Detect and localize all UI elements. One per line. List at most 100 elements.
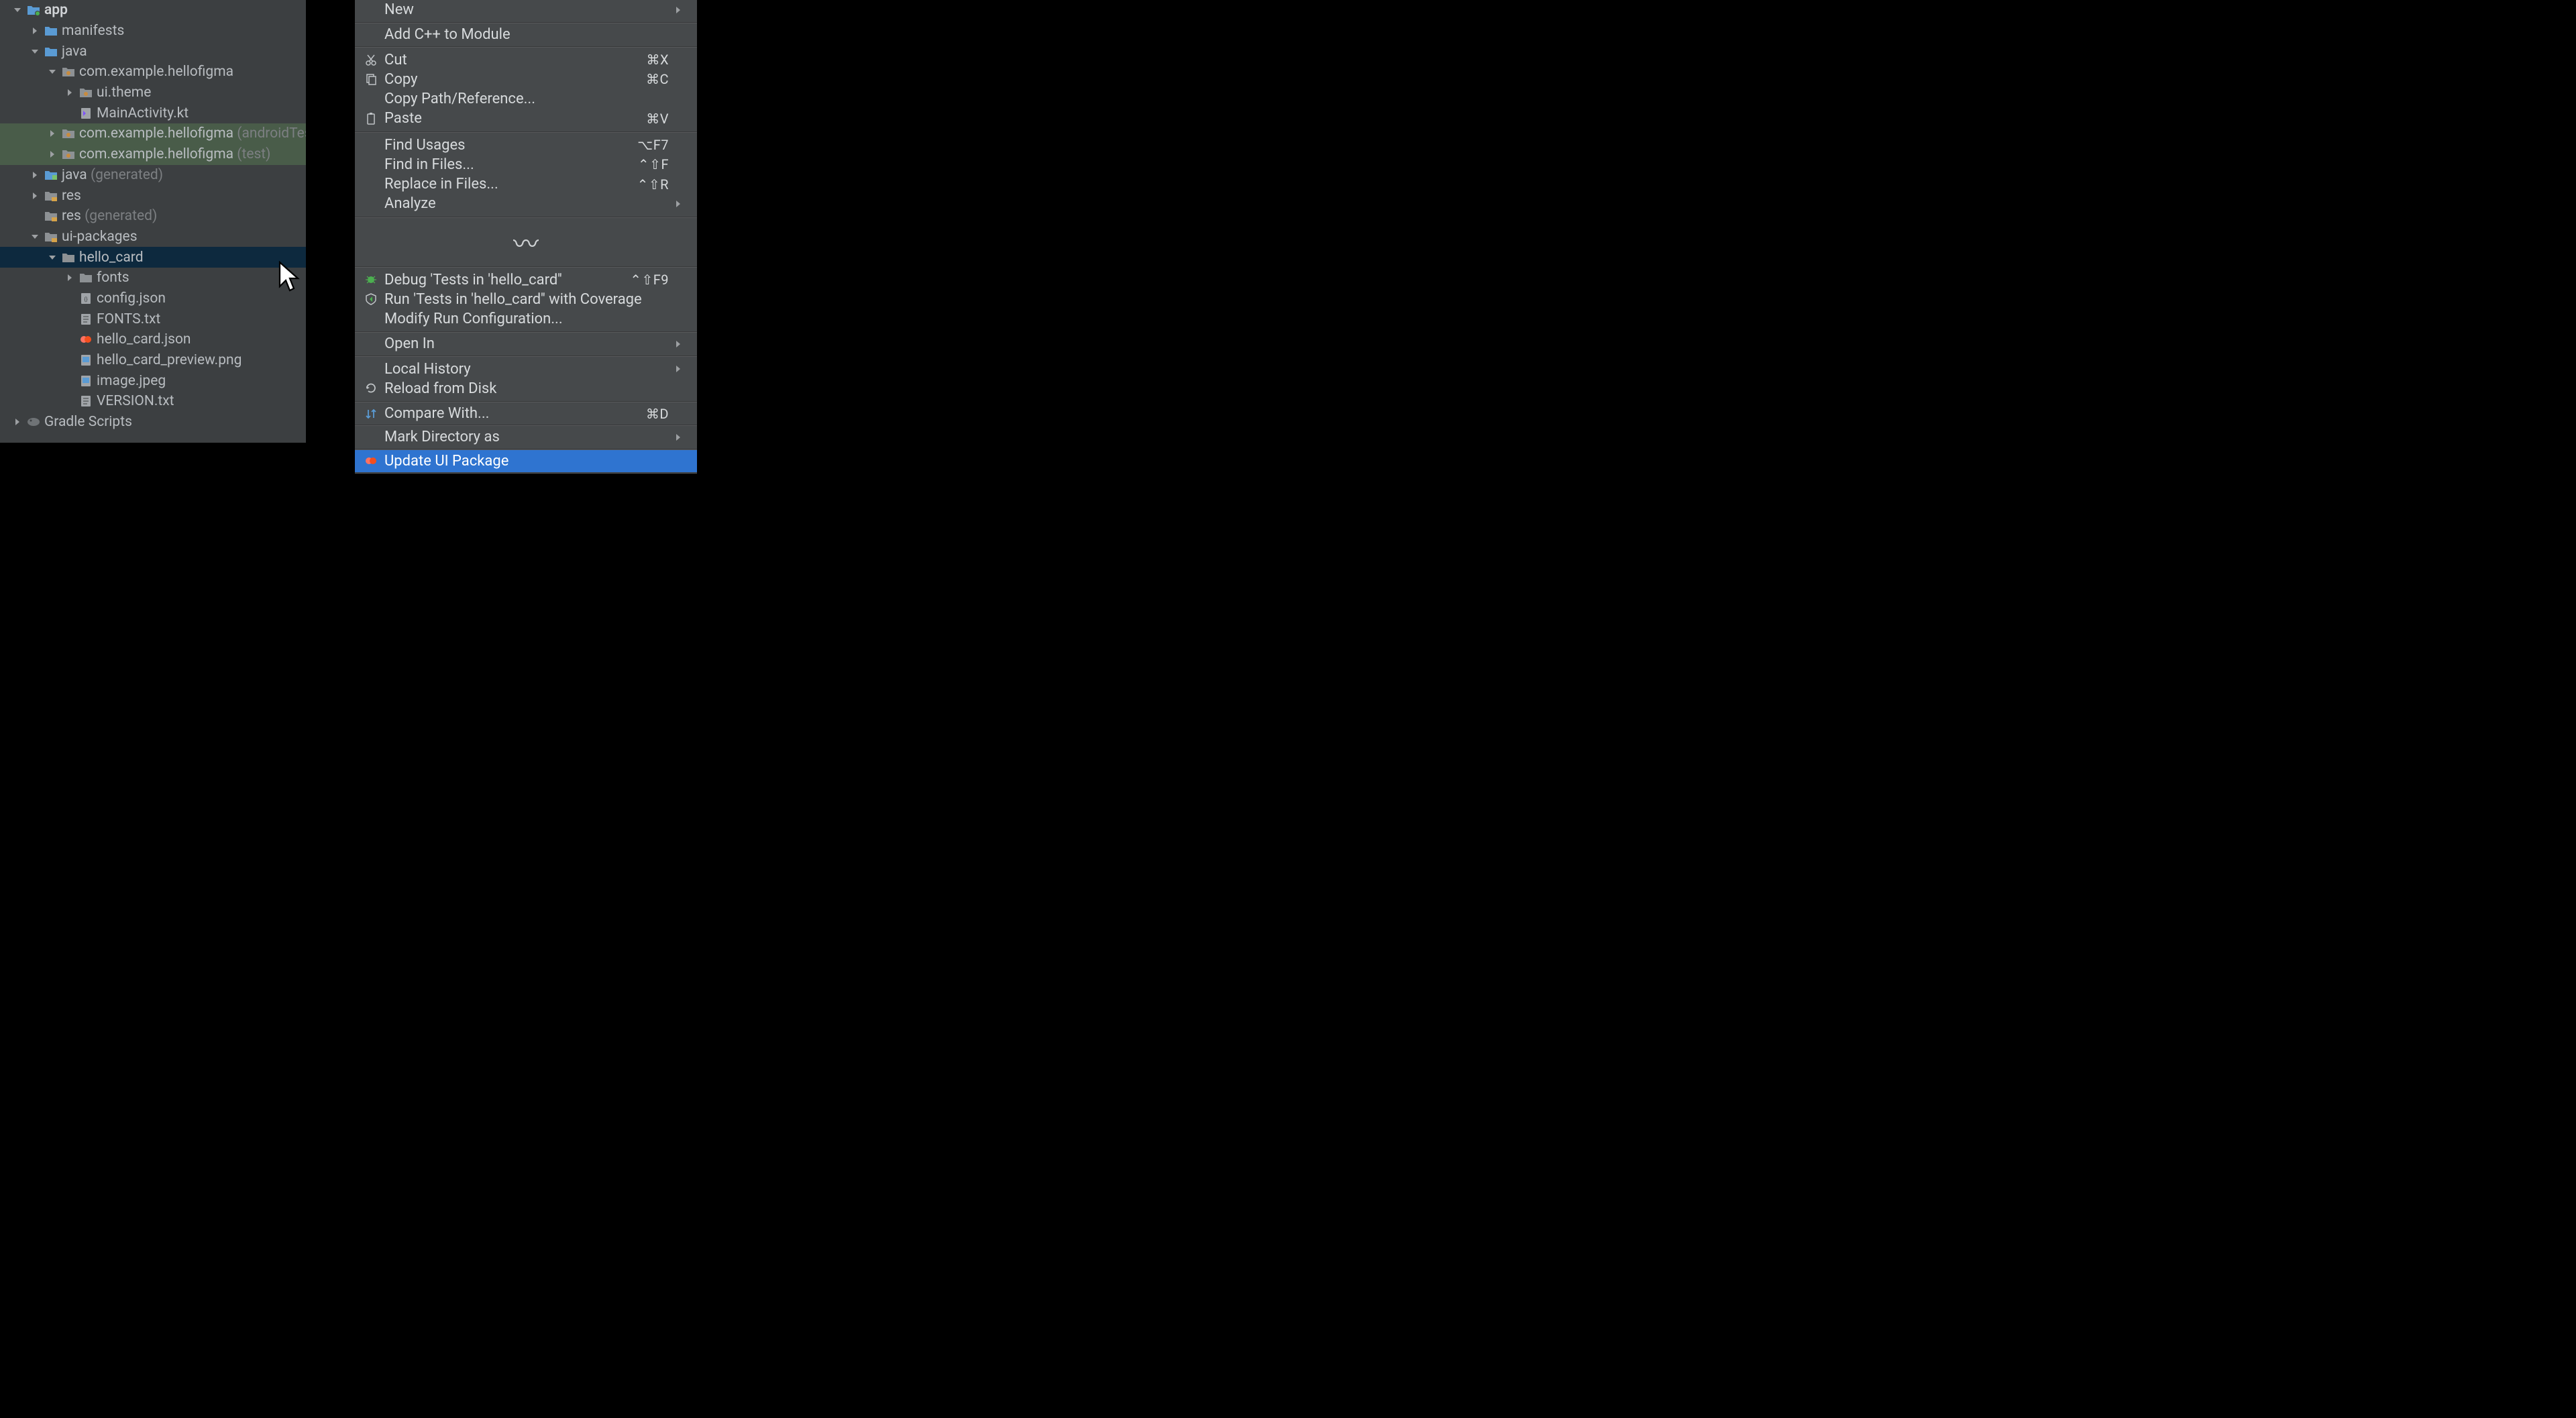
menu-item-label: Open In — [384, 335, 669, 352]
tree-item-label: config.json — [97, 290, 166, 307]
tree-row[interactable]: FONTS.txt — [0, 309, 306, 329]
menu-item-label: Local History — [384, 361, 669, 378]
menu-item[interactable]: Compare With...⌘D — [355, 402, 697, 425]
tree-item-label-dim: (androidTest) — [233, 125, 306, 142]
menu-item[interactable]: Run 'Tests in 'hello_card'' with Coverag… — [355, 290, 697, 309]
menu-item[interactable]: Mark Directory as — [355, 426, 697, 448]
tree-item-label: ui-packages — [62, 229, 138, 245]
menu-item-label: Mark Directory as — [384, 429, 669, 445]
blank-icon — [363, 91, 379, 107]
package-icon — [62, 127, 75, 140]
tree-row[interactable]: hello_card_preview.png — [0, 350, 306, 371]
tree-row[interactable]: app — [0, 0, 306, 21]
tree-row[interactable]: hello_card.json — [0, 329, 306, 350]
tree-row[interactable]: java — [0, 41, 306, 62]
menu-item-label: New — [384, 1, 669, 18]
menu-item[interactable]: Find in Files...⌃⇧F — [355, 155, 697, 174]
chevron-right-icon[interactable] — [30, 190, 40, 201]
chevron-right-icon[interactable] — [47, 128, 58, 139]
menu-shortcut: ⌘C — [646, 71, 669, 87]
tree-row[interactable]: VERSION.txt — [0, 391, 306, 412]
menu-item[interactable]: New — [355, 0, 697, 22]
tree-row[interactable]: ui.theme — [0, 83, 306, 103]
menu-item[interactable]: Debug 'Tests in 'hello_card''⌃⇧F9 — [355, 268, 697, 290]
blank-icon — [363, 156, 379, 172]
menu-shortcut: ⌥F7 — [637, 137, 669, 153]
menu-shortcut: ⌘X — [646, 52, 669, 68]
menu-item[interactable]: Copy Path/Reference... — [355, 89, 697, 109]
tree-row[interactable]: config.json — [0, 288, 306, 309]
tree-item-label: com.example.hellofigma (androidTest) — [79, 125, 306, 142]
tree-row[interactable]: com.example.hellofigma — [0, 62, 306, 83]
package-icon — [62, 148, 75, 161]
menu-item[interactable]: Find Usages⌥F7 — [355, 133, 697, 155]
chevron-right-icon[interactable] — [30, 25, 40, 36]
jsonfile-icon — [79, 292, 93, 305]
chevron-right-icon[interactable] — [64, 272, 75, 283]
blank-icon — [363, 336, 379, 352]
blank-icon — [363, 2, 379, 18]
tree-row[interactable]: image.jpeg — [0, 370, 306, 391]
tree-item-label: com.example.hellofigma — [79, 64, 233, 80]
menu-item[interactable]: Analyze — [355, 194, 697, 216]
menu-item[interactable]: Open In — [355, 333, 697, 355]
menu-item[interactable]: Update UI Package — [355, 450, 697, 472]
blank-icon — [363, 429, 379, 445]
blank-icon — [363, 361, 379, 377]
folder-grey-icon — [79, 271, 93, 284]
gradle-icon — [27, 415, 40, 429]
chevron-right-icon[interactable] — [12, 417, 23, 427]
tree-item-label: hello_card — [79, 250, 144, 266]
tree-item-label: app — [44, 2, 68, 18]
tree-item-label: image.jpeg — [97, 373, 166, 389]
menu-item[interactable]: Add C++ to Module — [355, 23, 697, 46]
submenu-chevron-icon — [674, 338, 686, 350]
chevron-right-icon[interactable] — [47, 149, 58, 160]
tree-item-label: hello_card.json — [97, 331, 191, 347]
tree-item-label: FONTS.txt — [97, 311, 160, 327]
tree-row[interactable]: res — [0, 185, 306, 206]
submenu-chevron-icon — [674, 363, 686, 375]
menu-item-label: Cut — [384, 52, 638, 68]
menu-item[interactable]: Paste⌘V — [355, 109, 697, 131]
reload-icon — [363, 380, 379, 396]
menu-item[interactable]: Reload from Disk — [355, 379, 697, 401]
package-icon — [79, 86, 93, 99]
chevron-down-icon[interactable] — [30, 46, 40, 57]
tree-row[interactable]: res (generated) — [0, 206, 306, 227]
chevron-down-icon[interactable] — [47, 66, 58, 77]
menu-item[interactable]: Cut ⌘X — [355, 48, 697, 70]
ktfile-icon — [79, 107, 93, 120]
chevron-down-icon[interactable] — [47, 252, 58, 263]
chevron-right-icon[interactable] — [64, 87, 75, 98]
chevron-right-icon[interactable] — [30, 170, 40, 180]
tree-item-label: hello_card_preview.png — [97, 352, 241, 368]
figma-icon — [79, 333, 93, 346]
tree-row[interactable]: Gradle Scripts — [0, 412, 306, 433]
chevron-down-icon[interactable] — [12, 5, 23, 15]
tree-row[interactable]: java (generated) — [0, 165, 306, 186]
menu-item[interactable]: Copy⌘C — [355, 70, 697, 89]
imgfile-icon — [79, 374, 93, 388]
tree-item-label: res — [62, 188, 81, 204]
menu-item[interactable]: Local History — [355, 357, 697, 379]
tree-item-label: manifests — [62, 23, 124, 39]
tree-row[interactable]: com.example.hellofigma (test) — [0, 144, 306, 165]
menu-item-label: Reload from Disk — [384, 380, 669, 397]
chevron-down-icon[interactable] — [30, 231, 40, 242]
tree-row[interactable]: ui-packages — [0, 227, 306, 248]
folder-grey-icon — [62, 251, 75, 264]
tree-row[interactable]: fonts — [0, 268, 306, 288]
folder-icon — [44, 45, 58, 58]
tree-row[interactable]: hello_card — [0, 247, 306, 268]
tree-row[interactable]: com.example.hellofigma (androidTest) — [0, 123, 306, 144]
tree-item-label-dim: (generated) — [81, 208, 157, 224]
resfolder-icon — [44, 189, 58, 203]
tree-row[interactable]: MainActivity.kt — [0, 103, 306, 123]
menu-item[interactable]: Replace in Files...⌃⇧R — [355, 174, 697, 194]
imgfile-icon — [79, 353, 93, 367]
project-tree-panel: app manifests java com.example.hellofigma ui… — [0, 0, 306, 443]
tree-row[interactable]: manifests — [0, 21, 306, 42]
menu-item[interactable]: Modify Run Configuration... — [355, 309, 697, 331]
menu-shortcut: ⌘V — [646, 111, 669, 127]
